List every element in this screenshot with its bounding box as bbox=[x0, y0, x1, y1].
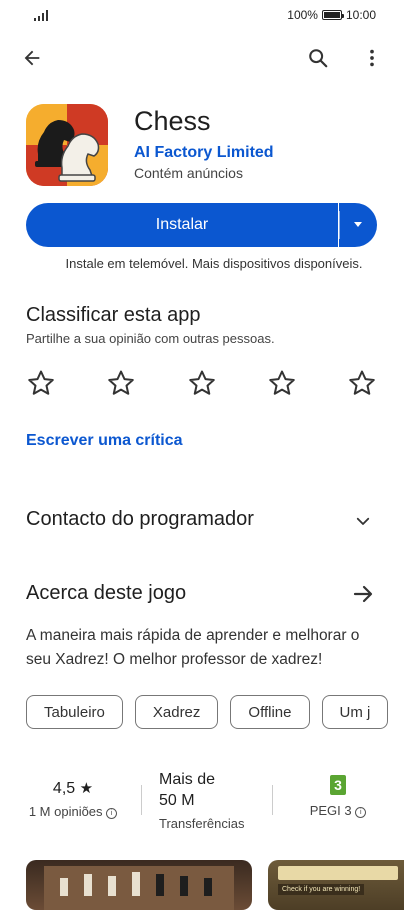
rating-value: 4,5 bbox=[52, 780, 76, 797]
downloads-label: Transferências bbox=[159, 816, 245, 831]
rating-value-line: 4,5 ★ bbox=[18, 779, 128, 798]
screenshot-header bbox=[278, 866, 398, 880]
tag-chip[interactable]: Um j bbox=[321, 695, 389, 729]
stat-divider bbox=[141, 785, 142, 815]
pegi-badge-icon: 3 bbox=[330, 775, 346, 795]
developer-link[interactable]: AI Factory Limited bbox=[134, 144, 274, 162]
chess-pieces-image bbox=[44, 866, 234, 910]
install-note: Instale em telemóvel. Mais dispositivos … bbox=[65, 256, 363, 271]
more-options-button[interactable] bbox=[352, 38, 392, 78]
search-button[interactable] bbox=[298, 38, 338, 78]
contact-title: Contacto do programador bbox=[26, 508, 254, 530]
tag-chip[interactable]: Offline bbox=[230, 695, 310, 729]
install-options-button[interactable] bbox=[339, 203, 377, 247]
more-vert-icon bbox=[370, 49, 374, 67]
pegi-label-line: PEGI 3 i bbox=[288, 803, 388, 818]
write-review-link[interactable]: Escrever uma crítica bbox=[26, 432, 183, 450]
stats-row: 4,5 ★ 1 M opiniões i Mais de 50 M Transf… bbox=[0, 765, 404, 835]
star-outline-icon[interactable] bbox=[265, 366, 299, 400]
status-right: 100% 10:00 bbox=[287, 8, 376, 22]
about-title: Acerca deste jogo bbox=[26, 582, 187, 604]
about-description: A maneira mais rápida de aprender e melh… bbox=[26, 627, 360, 668]
battery-percent: 100% bbox=[287, 8, 318, 22]
dropdown-triangle-icon bbox=[354, 222, 362, 227]
star-filled-icon: ★ bbox=[79, 780, 94, 797]
install-button[interactable]: Instalar bbox=[26, 203, 338, 247]
star-outline-icon[interactable] bbox=[185, 366, 219, 400]
downloads-value: Mais de 50 M bbox=[159, 771, 216, 809]
info-icon[interactable]: i bbox=[355, 807, 367, 818]
tag-chip[interactable]: Xadrez bbox=[134, 695, 219, 729]
rate-title: Classificar esta app bbox=[26, 304, 201, 326]
divider bbox=[339, 211, 340, 239]
screenshot-2[interactable]: Check if you are winning! bbox=[268, 860, 404, 910]
downloads-stat: Mais de 50 M Transferências bbox=[159, 769, 269, 831]
screenshot-caption: Check if you are winning! bbox=[278, 884, 365, 895]
signal-icon bbox=[34, 9, 48, 21]
battery-icon bbox=[321, 10, 344, 20]
app-icon bbox=[26, 104, 108, 186]
back-button[interactable] bbox=[12, 38, 52, 78]
clock: 10:00 bbox=[345, 8, 376, 22]
developer-contact-row[interactable]: Contacto do programador bbox=[0, 498, 404, 542]
rating-reviews: 1 M opiniões bbox=[28, 804, 103, 819]
tag-chip[interactable]: Tabuleiro bbox=[26, 695, 123, 729]
star-rating bbox=[24, 366, 379, 400]
ads-note: Contém anúncios bbox=[134, 165, 243, 181]
status-bar: 100% 10:00 bbox=[0, 0, 404, 30]
install-label: Instalar bbox=[155, 216, 209, 233]
star-outline-icon[interactable] bbox=[104, 366, 138, 400]
stat-divider bbox=[272, 785, 273, 815]
arrow-right-icon bbox=[353, 585, 373, 603]
app-title: Chess bbox=[134, 106, 211, 136]
search-icon bbox=[309, 49, 328, 68]
chevron-down-icon bbox=[356, 517, 370, 525]
tag-chips: Tabuleiro Xadrez Offline Um j bbox=[26, 695, 389, 729]
star-outline-icon[interactable] bbox=[345, 366, 379, 400]
chess-knights-icon bbox=[26, 104, 108, 186]
rating-stat: 4,5 ★ 1 M opiniões i bbox=[18, 779, 128, 819]
back-arrow-icon bbox=[24, 50, 40, 66]
rate-subtitle: Partilhe a sua opinião com outras pessoa… bbox=[26, 331, 275, 346]
rating-reviews-line: 1 M opiniões i bbox=[18, 804, 128, 819]
screenshot-1[interactable] bbox=[26, 860, 252, 910]
pegi-label: PEGI 3 bbox=[309, 803, 352, 818]
star-outline-icon[interactable] bbox=[24, 366, 58, 400]
about-game-row[interactable]: Acerca deste jogo bbox=[0, 572, 404, 616]
pegi-stat: 3 PEGI 3 i bbox=[288, 775, 388, 818]
info-icon[interactable]: i bbox=[106, 808, 118, 819]
